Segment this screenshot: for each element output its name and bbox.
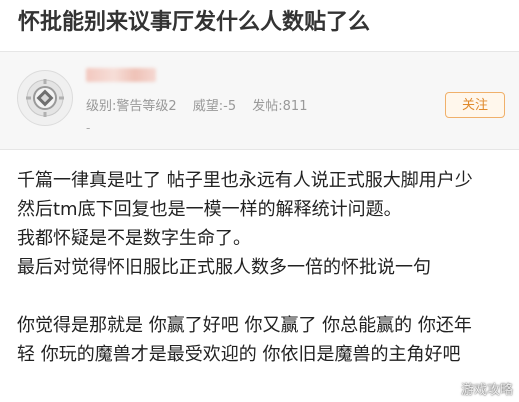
follow-button[interactable]: 关注 xyxy=(445,92,505,118)
author-level: 级别:警告等级2 xyxy=(86,99,177,114)
author-extra: - xyxy=(86,121,91,135)
body-line: 然后tm底下回复也是一模一样的解释统计问题。 xyxy=(17,199,402,220)
author-meta: 级别:警告等级2 威望:-5 发帖:811 xyxy=(86,95,319,114)
author-card: 级别:警告等级2 威望:-5 发帖:811 - 关注 xyxy=(0,52,519,149)
author-post-count: 发帖:811 xyxy=(252,99,308,114)
body-line: 轻 你玩的魔兽才是最受欢迎的 你依旧是魔兽的主角好吧 xyxy=(17,344,461,365)
body-line: 最后对觉得怀旧服比正式服人数多一倍的怀批说一句 xyxy=(17,257,431,278)
body-line: 千篇一律真是吐了 帖子里也永远有人说正式服大脚用户少 xyxy=(17,170,473,191)
card-divider xyxy=(0,149,519,150)
post-title: 怀批能别来议事厅发什么人数贴了么 xyxy=(18,10,371,35)
avatar[interactable] xyxy=(17,70,73,126)
watermark: 游戏攻略 xyxy=(460,383,513,398)
author-reputation: 威望:-5 xyxy=(192,99,237,114)
body-line: 我都怀疑是不是数字生命了。 xyxy=(17,228,251,249)
body-line: 你觉得是那就是 你赢了好吧 你又赢了 你总能赢的 你还年 xyxy=(17,315,472,336)
username-redacted[interactable] xyxy=(86,68,156,82)
default-avatar-icon xyxy=(26,79,64,117)
post-body: 千篇一律真是吐了 帖子里也永远有人说正式服大脚用户少 然后tm底下回复也是一模一… xyxy=(17,168,511,367)
